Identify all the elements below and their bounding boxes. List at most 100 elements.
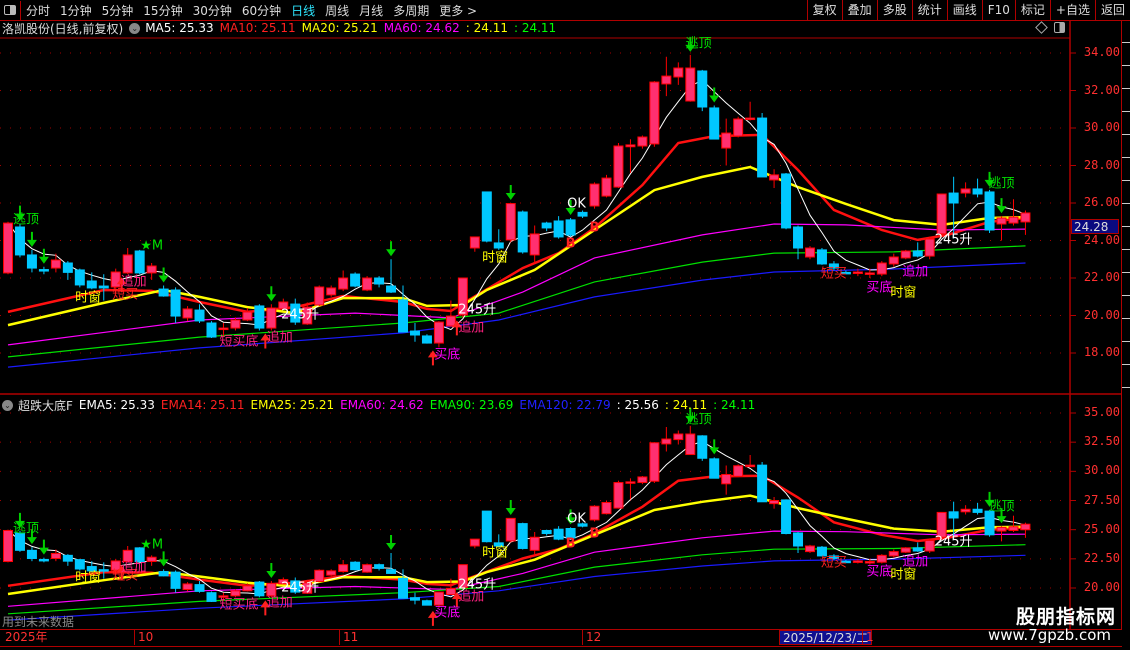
panel-layout-icon[interactable]	[1054, 22, 1065, 33]
candle-body	[398, 577, 409, 599]
toolbar-button[interactable]: 返回	[1094, 0, 1130, 20]
candle-body	[697, 435, 708, 459]
signal-label: OK	[567, 196, 586, 212]
candle-body	[804, 545, 815, 553]
candle-body	[541, 222, 552, 229]
toolbar-button[interactable]: +自选	[1049, 0, 1095, 20]
watermark-name: 股朋指标网	[1016, 606, 1117, 628]
candle-body	[194, 309, 205, 322]
signal-label: 追加	[120, 274, 147, 290]
indicator-value: EMA14: 25.11	[160, 398, 245, 412]
candle-body	[984, 191, 995, 231]
diamond-icon[interactable]	[1035, 21, 1048, 34]
candle-body	[697, 70, 708, 108]
candle-body	[158, 288, 169, 297]
candle-body	[745, 117, 756, 121]
indicator-value: MA10: 25.11	[219, 21, 296, 35]
toolbar-button[interactable]: 多股	[876, 0, 912, 20]
candle-body	[649, 442, 660, 482]
candle-body	[350, 273, 361, 287]
candle-body	[398, 299, 409, 333]
period-tab[interactable]: 分时	[21, 2, 55, 19]
time-label-oct: 10	[134, 630, 153, 645]
candle-body	[158, 571, 169, 577]
period-tab[interactable]: 月线	[354, 2, 388, 19]
chevron-down-icon[interactable]: ⌄	[129, 22, 141, 34]
candle-body	[230, 319, 241, 329]
signal-label: 时窗	[75, 570, 102, 586]
toolbar-button[interactable]: F10	[981, 0, 1015, 20]
down-arrow-icon	[26, 231, 37, 247]
toolbar-buttons: 复权 叠加 多股 统计 画线 F10 标记 +自选 返回	[806, 0, 1130, 20]
candle-body	[996, 217, 1007, 225]
candle-body	[589, 505, 600, 521]
period-tab[interactable]: 30分钟	[188, 2, 237, 19]
candle-body	[541, 529, 552, 535]
signal-label: B	[565, 536, 576, 552]
candle-body	[769, 500, 780, 505]
signal-label: B	[589, 220, 600, 236]
toolbar-button[interactable]: 叠加	[841, 0, 877, 20]
candle-body	[74, 269, 85, 286]
candle-body	[38, 269, 49, 272]
price-tick-label: 25.00	[1083, 521, 1120, 536]
period-tab[interactable]: 5分钟	[97, 2, 139, 19]
candle-body	[50, 552, 61, 559]
candle-body	[338, 564, 349, 573]
toolbar-button[interactable]: 复权	[806, 0, 842, 20]
candle-body	[62, 262, 73, 273]
signal-label: 逃顶	[988, 176, 1015, 192]
period-tab[interactable]: 15分钟	[138, 2, 187, 19]
down-arrow-icon	[266, 563, 277, 579]
price-tick-label: 18.00	[1083, 345, 1120, 359]
toolbar-button[interactable]: 画线	[946, 0, 982, 20]
signal-label: 245升	[934, 534, 973, 550]
ema-values: EMA5: 25.33 EMA14: 25.11 EMA25: 25.21 EMA60…	[79, 398, 761, 412]
signal-label: 时窗	[890, 285, 917, 301]
candle-body	[900, 250, 911, 259]
main-legend: 洛凯股份(日线,前复权) ⌄ MA5: 25.33 MA10: 25.11 MA20…	[2, 20, 568, 36]
period-tab[interactable]: 1分钟	[55, 2, 97, 19]
candle-body	[374, 277, 385, 285]
signal-label: 逃顶	[685, 412, 712, 428]
candle-body	[386, 285, 397, 293]
indicator-value: EMA60: 24.62	[340, 398, 424, 412]
period-tab[interactable]: 周线	[320, 2, 354, 19]
side-panel[interactable]	[1121, 20, 1130, 630]
watermark-url: www.7gpzb.com	[988, 626, 1111, 644]
candle-body	[613, 145, 624, 188]
price-tick-label: 22.50	[1083, 550, 1120, 565]
chevron-down-icon[interactable]: ⌄	[2, 399, 13, 411]
signal-label: 时窗	[482, 545, 509, 561]
candle-body	[206, 592, 217, 602]
candle-body	[242, 585, 253, 592]
signal-label: 245升	[934, 232, 973, 248]
kline-chart[interactable]	[0, 0, 1130, 650]
candle-body	[876, 262, 887, 275]
period-tab[interactable]: 多周期	[388, 2, 434, 19]
candle-body	[637, 136, 648, 147]
price-tick-label: 35.00	[1083, 405, 1120, 419]
candle-body	[733, 465, 744, 477]
down-arrow-icon	[266, 286, 277, 302]
toolbar-button[interactable]: 统计	[911, 0, 947, 20]
candle-body	[38, 558, 49, 562]
candle-body	[146, 265, 157, 274]
candle-body	[409, 597, 420, 601]
toolbar-button[interactable]: 标记	[1014, 0, 1050, 20]
candle-body	[745, 464, 756, 468]
candle-body	[709, 458, 720, 479]
candle-body	[374, 564, 385, 569]
candle-body	[26, 549, 37, 559]
current-price-label: 24.28	[1071, 219, 1119, 234]
panel-toggle-icon[interactable]	[0, 0, 21, 20]
signal-label: OK	[567, 511, 586, 527]
candle-body	[709, 107, 720, 140]
candle-body	[960, 188, 971, 194]
period-tab[interactable]: 更多 >	[434, 2, 482, 19]
period-tab[interactable]: 日线	[286, 2, 320, 19]
signal-label: 短买底	[219, 597, 259, 613]
candle-body	[182, 308, 193, 319]
candle-body	[577, 211, 588, 217]
period-tab[interactable]: 60分钟	[237, 2, 286, 19]
